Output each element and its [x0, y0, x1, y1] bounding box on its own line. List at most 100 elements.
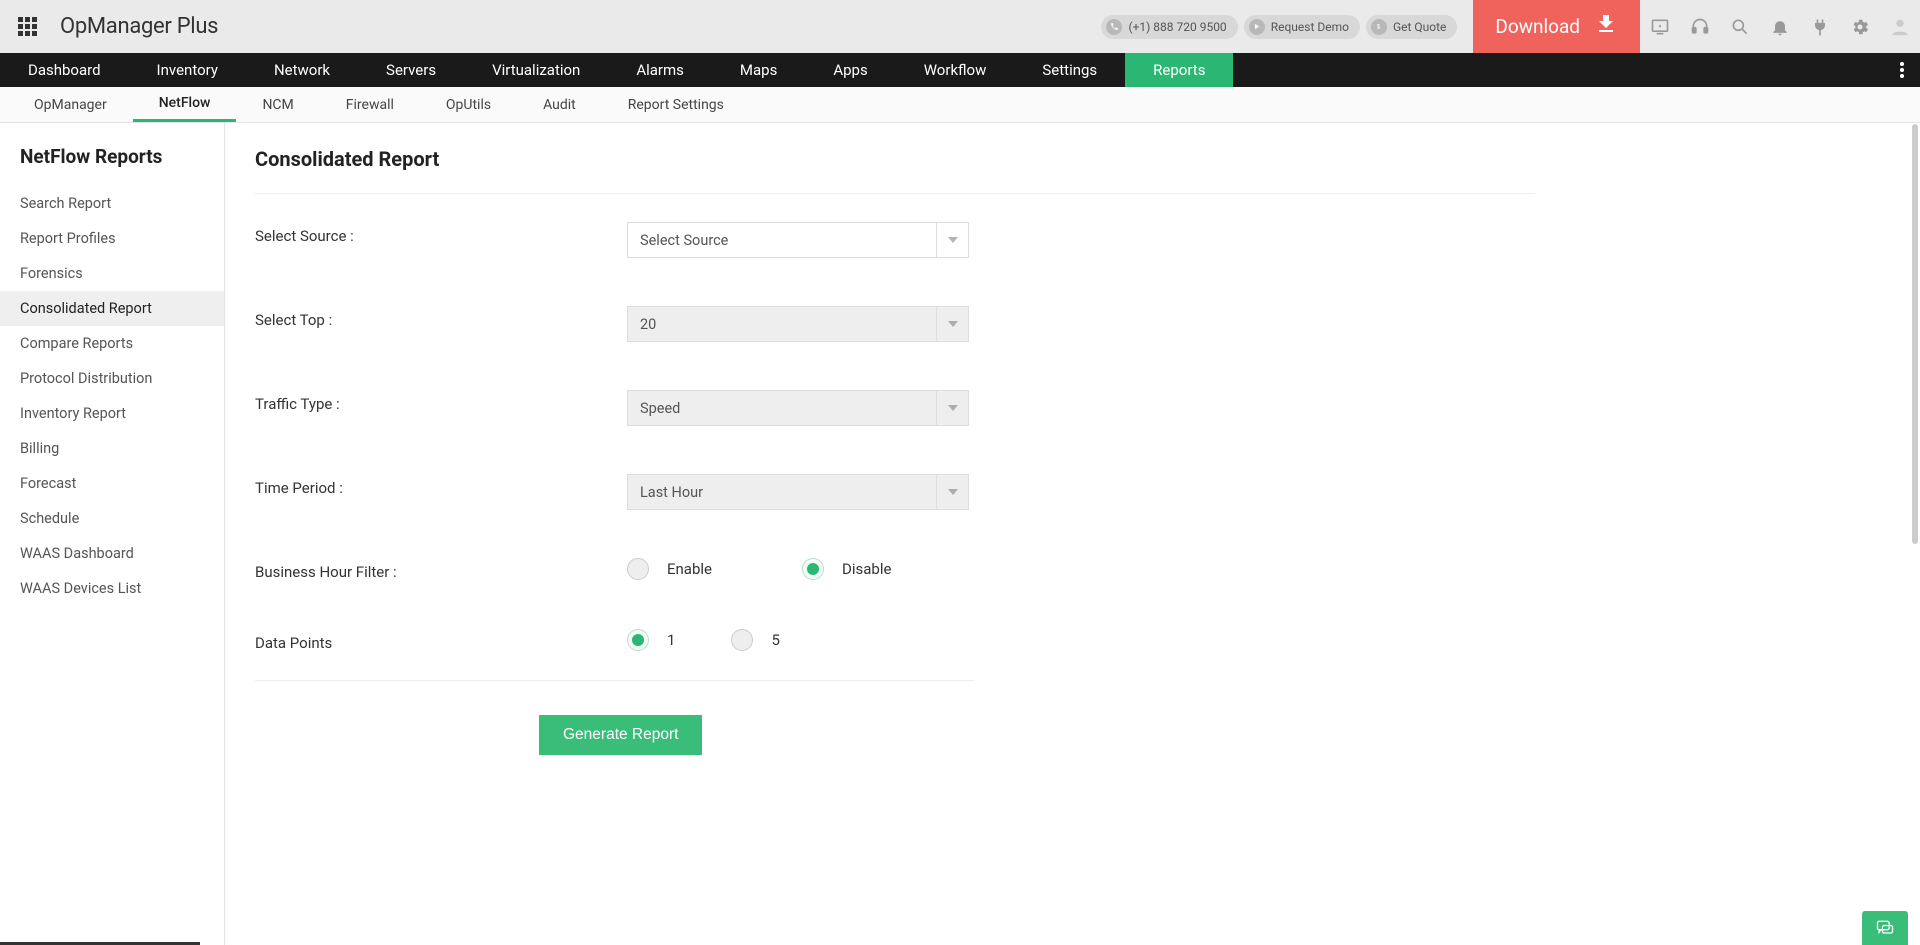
- nav-network[interactable]: Network: [246, 53, 358, 87]
- time-period-value: Last Hour: [640, 484, 703, 501]
- sidebar-item-schedule[interactable]: Schedule: [0, 501, 224, 536]
- download-icon: [1594, 12, 1618, 41]
- sidebar-item-consolidated-report[interactable]: Consolidated Report: [0, 291, 224, 326]
- radio-label-5: 5: [771, 631, 779, 649]
- nav-dashboard[interactable]: Dashboard: [0, 53, 129, 87]
- select-top-value: 20: [640, 316, 656, 333]
- nav-alarms[interactable]: Alarms: [608, 53, 712, 87]
- select-source-value: Select Source: [640, 232, 728, 249]
- download-button[interactable]: Download: [1473, 0, 1640, 53]
- divider: [255, 193, 1535, 194]
- bh-radio-group: Enable Disable: [627, 558, 969, 580]
- sidebar-item-waas-dashboard[interactable]: WAAS Dashboard: [0, 536, 224, 571]
- radio-dot: [802, 558, 824, 580]
- radio-label-enable: Enable: [667, 560, 712, 578]
- sidebar-item-inventory-report[interactable]: Inventory Report: [0, 396, 224, 431]
- nav-servers[interactable]: Servers: [358, 53, 464, 87]
- nav-inventory[interactable]: Inventory: [129, 53, 246, 87]
- page-title: Consolidated Report: [255, 147, 1535, 171]
- sub-nav: OpManagerNetFlowNCMFirewallOpUtilsAuditR…: [0, 87, 1920, 123]
- generate-report-button[interactable]: Generate Report: [539, 715, 702, 755]
- row-data-points: Data Points 1 5: [255, 629, 1535, 652]
- download-label: Download: [1495, 15, 1580, 38]
- nav-virtualization[interactable]: Virtualization: [464, 53, 608, 87]
- sidebar-item-search-report[interactable]: Search Report: [0, 186, 224, 221]
- label-select-source: Select Source :: [255, 222, 627, 245]
- main-nav: DashboardInventoryNetworkServersVirtuali…: [0, 53, 1920, 87]
- subnav-report-settings[interactable]: Report Settings: [602, 87, 750, 122]
- row-time-period: Time Period : Last Hour: [255, 474, 1535, 510]
- headset-icon[interactable]: [1680, 17, 1720, 37]
- radio-label-disable: Disable: [842, 560, 891, 578]
- sidebar-item-forecast[interactable]: Forecast: [0, 466, 224, 501]
- sidebar-item-compare-reports[interactable]: Compare Reports: [0, 326, 224, 361]
- scrollbar[interactable]: [1910, 124, 1920, 945]
- quote-icon: $: [1371, 19, 1387, 35]
- time-period-dropdown[interactable]: Last Hour: [627, 474, 969, 510]
- label-traffic-type: Traffic Type :: [255, 390, 627, 413]
- label-time-period: Time Period :: [255, 474, 627, 497]
- get-quote-text: Get Quote: [1393, 20, 1446, 34]
- request-demo-text: Request Demo: [1271, 20, 1349, 34]
- row-select-source: Select Source : Select Source: [255, 222, 1535, 258]
- row-bh-filter: Business Hour Filter : Enable Disable: [255, 558, 1535, 581]
- sidebar-item-forensics[interactable]: Forensics: [0, 256, 224, 291]
- subnav-opmanager[interactable]: OpManager: [8, 87, 133, 122]
- subnav-audit[interactable]: Audit: [517, 87, 602, 122]
- chat-fab[interactable]: [1862, 911, 1908, 945]
- nav-settings[interactable]: Settings: [1014, 53, 1125, 87]
- divider: [255, 680, 975, 681]
- chevron-down-icon: [936, 307, 968, 341]
- request-demo-pill[interactable]: Request Demo: [1244, 15, 1360, 39]
- sidebar-item-billing[interactable]: Billing: [0, 431, 224, 466]
- sidebar-title: NetFlow Reports: [0, 145, 224, 186]
- body-wrap: NetFlow Reports Search ReportReport Prof…: [0, 123, 1920, 945]
- svg-text:$: $: [1377, 24, 1381, 30]
- scrollbar-thumb[interactable]: [1912, 124, 1918, 544]
- brand-title: OpManager Plus: [60, 14, 218, 39]
- plug-icon[interactable]: [1800, 17, 1840, 37]
- sidebar-item-report-profiles[interactable]: Report Profiles: [0, 221, 224, 256]
- sidebar-item-protocol-distribution[interactable]: Protocol Distribution: [0, 361, 224, 396]
- search-icon[interactable]: [1720, 17, 1760, 37]
- radio-dot: [627, 629, 649, 651]
- select-top-dropdown[interactable]: 20: [627, 306, 969, 342]
- radio-dp-5[interactable]: 5: [731, 629, 779, 651]
- subnav-firewall[interactable]: Firewall: [320, 87, 420, 122]
- nav-reports[interactable]: Reports: [1125, 53, 1233, 87]
- demo-icon: [1249, 19, 1265, 35]
- nav-apps[interactable]: Apps: [805, 53, 895, 87]
- nav-more-icon[interactable]: [1892, 53, 1912, 87]
- gear-icon[interactable]: [1840, 17, 1880, 37]
- bell-icon[interactable]: [1760, 17, 1800, 37]
- monitor-icon[interactable]: [1640, 17, 1680, 37]
- radio-dot: [731, 629, 753, 651]
- nav-maps[interactable]: Maps: [712, 53, 805, 87]
- row-traffic-type: Traffic Type : Speed: [255, 390, 1535, 426]
- header-bar: OpManager Plus (+1) 888 720 9500 Request…: [0, 0, 1920, 53]
- radio-dot: [627, 558, 649, 580]
- phone-icon: [1106, 19, 1122, 35]
- radio-dp-1[interactable]: 1: [627, 629, 675, 651]
- traffic-type-dropdown[interactable]: Speed: [627, 390, 969, 426]
- subnav-netflow[interactable]: NetFlow: [133, 87, 237, 122]
- phone-text: (+1) 888 720 9500: [1128, 20, 1226, 34]
- apps-grid-icon[interactable]: [18, 17, 38, 37]
- phone-pill[interactable]: (+1) 888 720 9500: [1101, 15, 1237, 39]
- radio-label-1: 1: [667, 631, 675, 649]
- traffic-type-value: Speed: [640, 400, 680, 417]
- get-quote-pill[interactable]: $ Get Quote: [1366, 15, 1457, 39]
- sidebar-item-waas-devices-list[interactable]: WAAS Devices List: [0, 571, 224, 606]
- radio-bh-disable[interactable]: Disable: [802, 558, 891, 580]
- header-right: (+1) 888 720 9500 Request Demo $ Get Quo…: [1101, 0, 1920, 53]
- chevron-down-icon: [936, 391, 968, 425]
- chevron-down-icon: [936, 475, 968, 509]
- nav-workflow[interactable]: Workflow: [896, 53, 1015, 87]
- radio-bh-enable[interactable]: Enable: [627, 558, 712, 580]
- user-avatar-icon[interactable]: [1880, 16, 1920, 38]
- dp-radio-group: 1 5: [627, 629, 969, 651]
- subnav-ncm[interactable]: NCM: [236, 87, 319, 122]
- label-data-points: Data Points: [255, 629, 627, 652]
- subnav-oputils[interactable]: OpUtils: [420, 87, 517, 122]
- select-source-dropdown[interactable]: Select Source: [627, 222, 969, 258]
